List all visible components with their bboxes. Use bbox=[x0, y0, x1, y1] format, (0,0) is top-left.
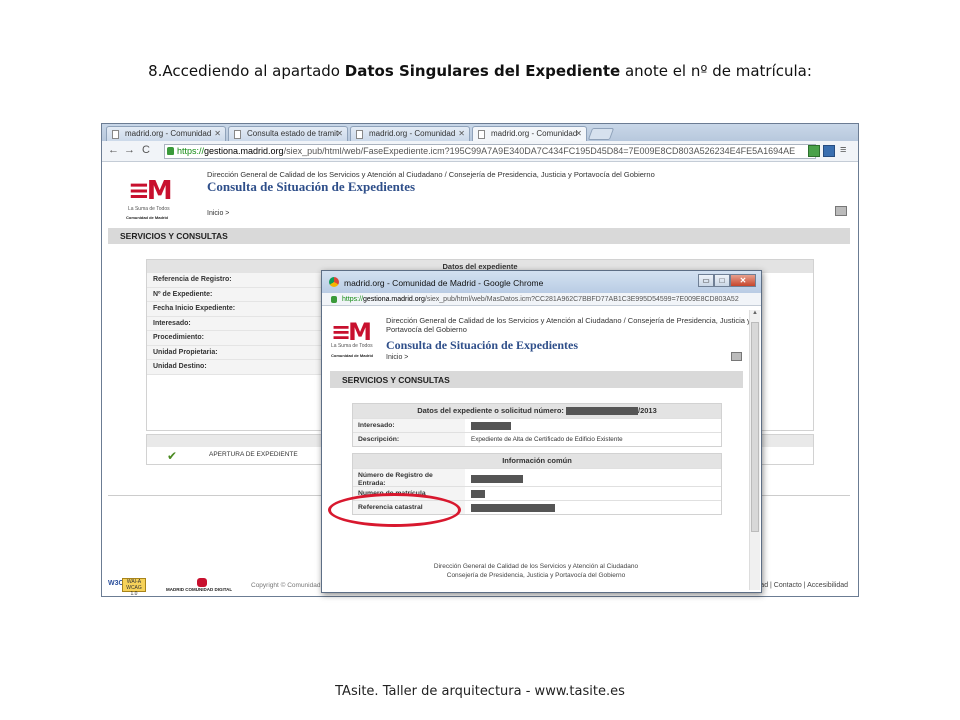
madrid-digital-logo: MADRID COMUNIDAD DIGITAL bbox=[166, 587, 233, 592]
footer-links[interactable]: idad | Contacto | Accesibilidad bbox=[755, 582, 848, 589]
reload-icon[interactable]: C bbox=[142, 144, 150, 156]
popup-footer: Dirección General de Calidad de los Serv… bbox=[433, 563, 639, 579]
slide-title: 8.Accediendo al apartado Datos Singulare… bbox=[148, 62, 812, 80]
redacted-value bbox=[471, 504, 555, 512]
maximize-button[interactable]: □ bbox=[714, 274, 730, 287]
redacted-value bbox=[471, 475, 523, 483]
slide-footer: TAsite. Taller de arquitectura - www.tas… bbox=[335, 684, 625, 699]
field-label: Unidad Destino: bbox=[147, 360, 325, 375]
breadcrumb[interactable]: Inicio > bbox=[207, 210, 229, 217]
tab-madrid-active[interactable]: madrid.org - Comunidad ✕ bbox=[472, 126, 587, 141]
popup-content: ≡M La Suma de Todos Comunidad de Madrid … bbox=[322, 306, 761, 592]
check-icon: ✔ bbox=[167, 449, 178, 463]
field-label: Interesado: bbox=[147, 316, 325, 331]
page-heading: Consulta de Situación de Expedientes bbox=[207, 179, 416, 194]
madrid-digital-icon bbox=[197, 578, 207, 587]
close-icon[interactable]: ✕ bbox=[575, 129, 582, 138]
chrome-icon bbox=[329, 277, 339, 287]
tab-madrid-2[interactable]: madrid.org - Comunidad ✕ bbox=[350, 126, 470, 141]
scroll-thumb[interactable] bbox=[751, 322, 759, 532]
table-row: Número de Registro de Entrada: bbox=[353, 468, 721, 487]
tab-bar: madrid.org - Comunidad ✕ Consulta estado … bbox=[102, 124, 858, 141]
phase-label[interactable]: APERTURA DE EXPEDIENTE bbox=[209, 451, 298, 458]
page-heading: Consulta de Situación de Expedientes bbox=[386, 338, 579, 352]
extension-icon[interactable] bbox=[808, 145, 820, 157]
lock-icon bbox=[167, 147, 174, 155]
field-label: Procedimiento: bbox=[147, 331, 325, 346]
popup-window: madrid.org - Comunidad de Madrid - Googl… bbox=[321, 270, 762, 593]
wai-badge[interactable]: WAI-A WCAG 1.0 bbox=[122, 578, 146, 596]
field-label: Fecha Inicio Expediente: bbox=[147, 302, 325, 317]
page-icon bbox=[234, 130, 241, 139]
close-button[interactable]: ✕ bbox=[730, 274, 756, 287]
printer-icon[interactable] bbox=[835, 206, 847, 216]
comunidad-logo: ≡M La Suma de Todos Comunidad de Madrid bbox=[331, 318, 373, 358]
address-bar[interactable]: https://gestiona.madrid.org/siex_pub/htm… bbox=[164, 144, 816, 159]
table-title: Información común bbox=[353, 454, 721, 468]
directorate-text: Dirección General de Calidad de los Serv… bbox=[207, 170, 655, 179]
minimize-button[interactable]: ▭ bbox=[698, 274, 714, 287]
scrollbar[interactable]: ▲ bbox=[749, 310, 760, 590]
page-icon bbox=[112, 130, 119, 139]
section-bar: SERVICIOS Y CONSULTAS bbox=[108, 228, 850, 244]
page-icon bbox=[356, 130, 363, 139]
table-row: Interesado: bbox=[353, 418, 721, 432]
field-label: Unidad Propietaria: bbox=[147, 345, 325, 360]
redacted-value bbox=[471, 422, 511, 430]
menu-icon[interactable]: ≡ bbox=[840, 144, 846, 156]
comunidad-logo: ≡M La Suma de Todos Comunidad de Madrid bbox=[126, 176, 173, 220]
extension-icon[interactable] bbox=[823, 145, 835, 157]
redacted-value bbox=[471, 490, 485, 498]
table-title: Datos del expediente o solicitud número:… bbox=[353, 404, 721, 418]
popup-titlebar: madrid.org - Comunidad de Madrid - Googl… bbox=[322, 271, 761, 293]
directorate-text: Dirección General de Calidad de los Serv… bbox=[386, 316, 751, 334]
close-icon[interactable]: ✕ bbox=[336, 129, 343, 138]
field-label: Referencia de Registro: bbox=[147, 273, 325, 288]
close-icon[interactable]: ✕ bbox=[214, 129, 221, 138]
tab-madrid-1[interactable]: madrid.org - Comunidad ✕ bbox=[106, 126, 226, 141]
back-icon[interactable]: ← bbox=[108, 144, 119, 156]
tab-consulta[interactable]: Consulta estado de tramit ✕ bbox=[228, 126, 348, 141]
breadcrumb[interactable]: Inicio > bbox=[386, 354, 408, 361]
popup-address-bar[interactable]: https://gestiona.madrid.org/siex_pub/htm… bbox=[322, 293, 761, 306]
section-bar: SERVICIOS Y CONSULTAS bbox=[330, 371, 743, 388]
browser-toolbar: ← → C https://gestiona.madrid.org/siex_p… bbox=[102, 141, 858, 162]
expediente-table: Datos del expediente o solicitud número:… bbox=[352, 403, 722, 447]
copyright: Copyright © Comunidad bbox=[251, 582, 321, 589]
page-icon bbox=[478, 130, 485, 139]
scroll-up-icon[interactable]: ▲ bbox=[752, 310, 758, 316]
new-tab-button[interactable] bbox=[587, 128, 615, 140]
highlight-ellipse bbox=[328, 493, 461, 527]
redacted-number bbox=[566, 407, 638, 416]
forward-icon[interactable]: → bbox=[124, 144, 135, 156]
printer-icon[interactable] bbox=[731, 352, 742, 361]
table-row: Descripción: Expediente de Alta de Certif… bbox=[353, 432, 721, 446]
lock-icon bbox=[331, 296, 337, 303]
slide: 8.Accediendo al apartado Datos Singulare… bbox=[0, 0, 960, 720]
field-label: Nº de Expediente: bbox=[147, 287, 325, 302]
close-icon[interactable]: ✕ bbox=[458, 129, 465, 138]
